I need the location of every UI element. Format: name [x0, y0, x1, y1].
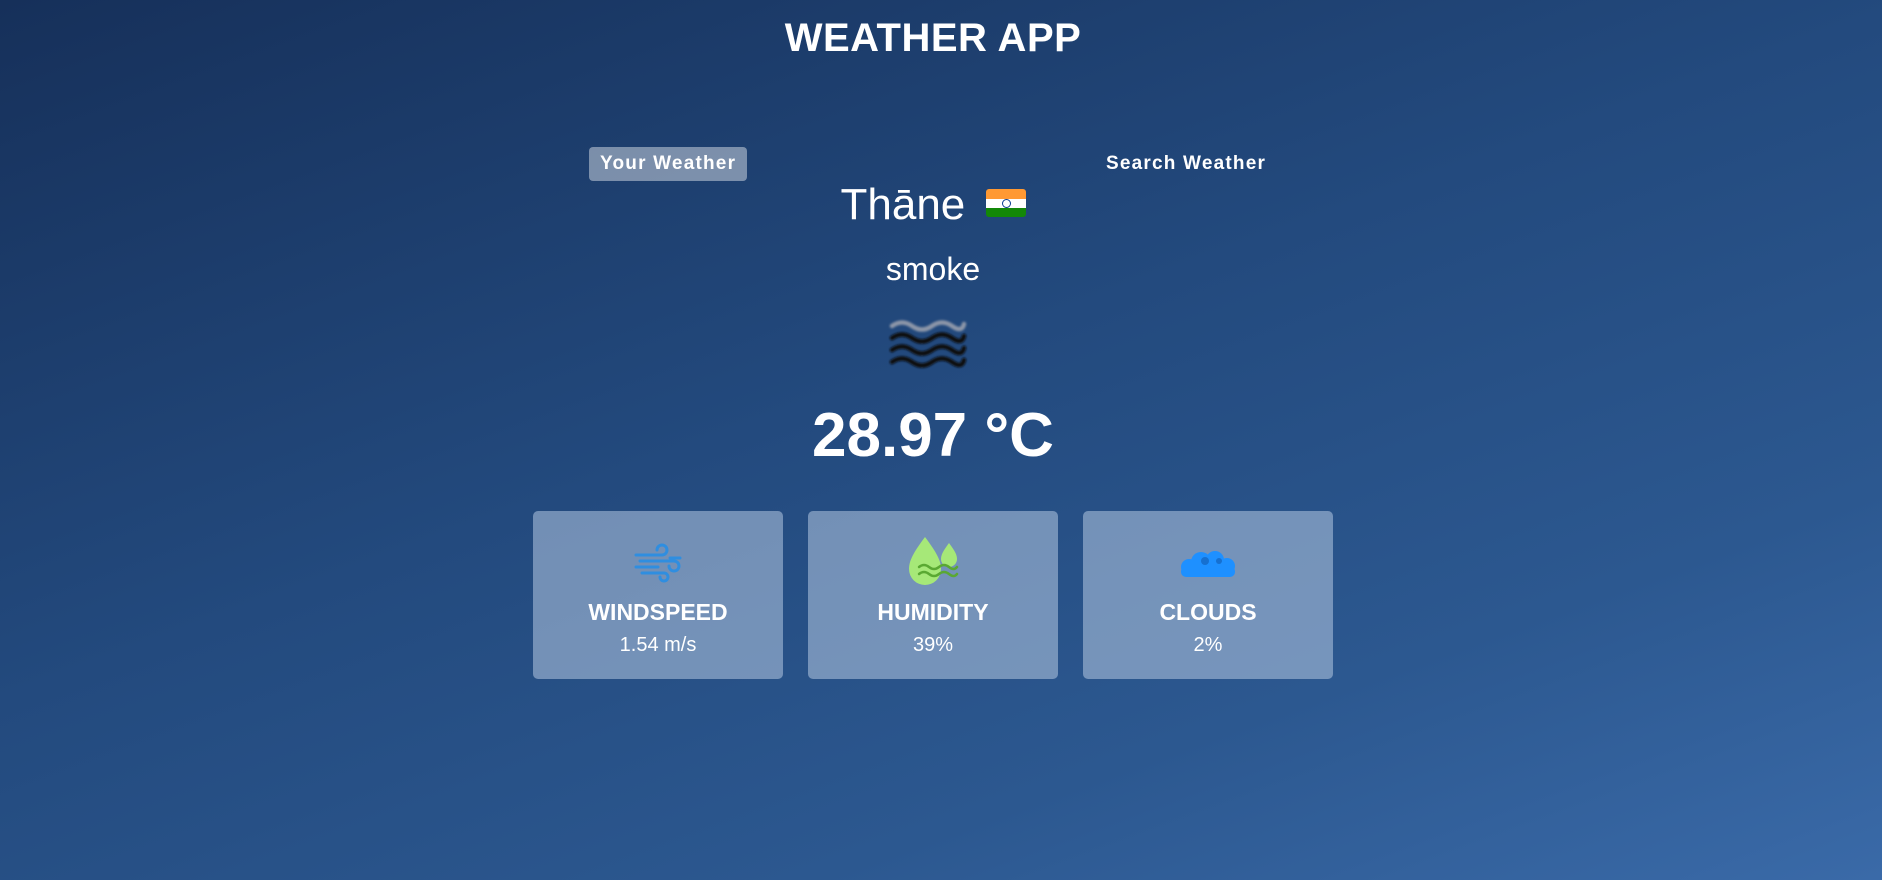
wind-icon	[533, 531, 783, 591]
cloud-icon	[1083, 531, 1333, 591]
weather-description: smoke	[885, 251, 981, 287]
windspeed-value: 1.54 m/s	[619, 634, 697, 656]
smoke-haze-icon	[888, 316, 968, 372]
windspeed-card: WINDSPEED 1.54 m/s	[533, 511, 783, 679]
tab-your-weather[interactable]: Your Weather	[589, 147, 748, 181]
humidity-label: HUMIDITY	[877, 599, 989, 625]
humidity-card: HUMIDITY 39%	[808, 511, 1058, 679]
india-flag-icon	[985, 189, 1026, 218]
clouds-label: CLOUDS	[1159, 599, 1257, 625]
humidity-drops-icon	[808, 531, 1058, 591]
clouds-value: 2%	[1193, 634, 1223, 656]
app-title: WEATHER APP	[784, 16, 1082, 60]
location-line: Thāne	[0, 180, 1866, 230]
temperature-value: 28.97 °C	[812, 401, 1054, 470]
humidity-value: 39%	[912, 634, 954, 656]
windspeed-label: WINDSPEED	[588, 599, 728, 625]
clouds-card: CLOUDS 2%	[1083, 511, 1333, 679]
city-name: Thāne	[840, 180, 966, 229]
tab-search-weather[interactable]: Search Weather	[1095, 147, 1277, 181]
